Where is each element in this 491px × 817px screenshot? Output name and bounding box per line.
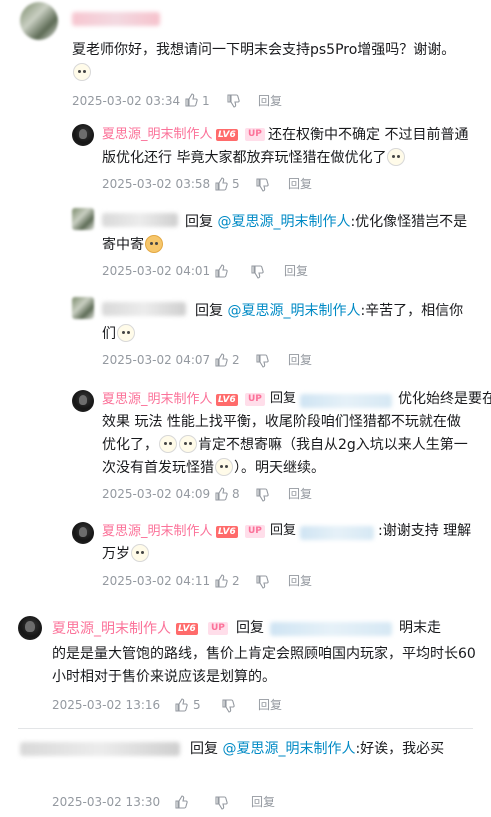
- comment-text: 回复 @夏思源_明末制作人:好诶，我必买: [52, 738, 472, 761]
- thumb-down-icon[interactable]: [255, 354, 269, 368]
- comment-text: 的是是量大管饱的路线，售价上肯定会照顾咱国内玩家，平均时长60小时相对于售价来说…: [52, 646, 476, 685]
- comment-body: 夏老师你好，我想请问一下明末会支持ps5Pro增强吗？谢谢。: [72, 42, 456, 58]
- username[interactable]: 夏思源_明末制作人: [102, 391, 213, 409]
- level-badge: LV6: [176, 623, 198, 635]
- reply-prefix: 回复: [236, 620, 264, 636]
- comment-body: :好诶，我必买: [355, 741, 445, 757]
- reply-prefix: 回复: [270, 391, 297, 406]
- like-count: 1: [202, 94, 210, 108]
- mention-redacted[interactable]: [270, 622, 392, 636]
- username-redacted[interactable]: [72, 12, 160, 26]
- comment-text: 效果 玩法 性能上找平衡，收尾阶段咱们怪猎都不玩就在做优化了， 肯定不想寄嘛（我自…: [102, 411, 474, 480]
- emoji-icon: [179, 435, 197, 453]
- comment-time: 2025-03-02 04:09: [102, 487, 211, 501]
- avatar[interactable]: [18, 616, 42, 640]
- comment-time: 2025-03-02 04:11: [102, 574, 211, 588]
- reply-prefix: 回复: [195, 303, 223, 319]
- emoji-icon: [159, 435, 177, 453]
- avatar[interactable]: [72, 208, 94, 230]
- comment-time: 2025-03-02 13:16: [52, 698, 161, 712]
- level-badge: LV6: [216, 394, 238, 406]
- mention-redacted[interactable]: [300, 394, 392, 408]
- emoji-icon: [387, 148, 406, 166]
- comment-time: 2025-03-02 04:07: [102, 353, 211, 367]
- username[interactable]: 夏思源_明末制作人: [52, 620, 171, 638]
- comment-tail: 明末走: [399, 620, 441, 636]
- thumb-down-icon[interactable]: [226, 94, 240, 108]
- reply-button[interactable]: 回复: [288, 352, 312, 368]
- reply-prefix: 回复: [185, 214, 213, 230]
- thumb-up-icon[interactable]: [214, 177, 228, 191]
- avatar[interactable]: [72, 522, 94, 544]
- reply-prefix: 回复: [190, 741, 218, 757]
- dog-emoji-icon: [145, 235, 163, 253]
- thumb-up-icon[interactable]: [184, 93, 198, 107]
- comment-body-3: ）。明天继续。: [234, 460, 325, 476]
- like-count: 2: [232, 574, 240, 588]
- comment-text: 回复 @夏思源_明末制作人:优化像怪猎岂不是寄中寄: [102, 211, 472, 257]
- reply-button[interactable]: 回复: [288, 573, 312, 589]
- thumb-up-icon[interactable]: [214, 574, 228, 588]
- reply-button[interactable]: 回复: [284, 263, 308, 279]
- reply-button[interactable]: 回复: [258, 93, 282, 109]
- emoji-icon: [131, 544, 149, 562]
- thumb-down-icon[interactable]: [255, 488, 269, 502]
- thumb-up-icon[interactable]: [214, 487, 228, 501]
- comment-body: :谢谢支持 理解万岁: [102, 523, 472, 562]
- divider: [18, 728, 473, 729]
- thumb-down-icon[interactable]: [221, 699, 235, 713]
- emoji-icon: [117, 324, 135, 342]
- thumb-down-icon[interactable]: [255, 178, 269, 192]
- comment-body: 还在权衡中不确定 不过目前普通版优化还行 毕竟大家都放弃玩怪猎在做优化了: [102, 127, 469, 166]
- avatar[interactable]: [72, 297, 94, 319]
- like-count: 5: [193, 698, 201, 712]
- mention-link[interactable]: @夏思源_明末制作人: [217, 214, 350, 230]
- reply-button[interactable]: 回复: [288, 176, 312, 192]
- thumb-down-icon[interactable]: [255, 575, 269, 589]
- thumb-up-icon[interactable]: [174, 698, 188, 712]
- comment-text: 回复 @夏思源_明末制作人:辛苦了，相信你们: [102, 300, 472, 346]
- comment-time: 2025-03-02 13:30: [52, 795, 161, 809]
- comment-text: 夏老师你好，我想请问一下明末会支持ps5Pro增强吗？谢谢。: [72, 39, 477, 85]
- like-count: 2: [232, 353, 240, 367]
- comment-text: 还在权衡中不确定 不过目前普通版优化还行 毕竟大家都放弃玩怪猎在做优化了: [102, 124, 472, 170]
- emoji-icon: [73, 63, 91, 81]
- thumb-up-icon[interactable]: [214, 264, 228, 278]
- thumb-up-icon[interactable]: [174, 795, 188, 809]
- thumb-down-icon[interactable]: [214, 796, 228, 810]
- avatar[interactable]: [20, 2, 58, 40]
- up-badge: UP: [245, 393, 265, 406]
- emoji-icon: [215, 458, 233, 476]
- reply-button[interactable]: 回复: [251, 794, 275, 810]
- like-count: 8: [232, 487, 240, 501]
- reply-button[interactable]: 回复: [258, 697, 282, 713]
- comment-time: 2025-03-02 03:34: [72, 94, 181, 108]
- comment-text: :谢谢支持 理解万岁: [102, 520, 472, 566]
- avatar[interactable]: [72, 124, 94, 146]
- like-count: 5: [232, 177, 240, 191]
- mention-link[interactable]: @夏思源_明末制作人: [222, 741, 355, 757]
- comment-time: 2025-03-02 03:58: [102, 177, 211, 191]
- mention-link[interactable]: @夏思源_明末制作人: [227, 303, 360, 319]
- thumb-up-icon[interactable]: [214, 353, 228, 367]
- thumb-down-icon[interactable]: [250, 265, 264, 279]
- comment-time: 2025-03-02 04:01: [102, 264, 211, 278]
- up-badge: UP: [208, 622, 228, 635]
- comment-tail: 优化始终是要在: [398, 391, 491, 407]
- avatar[interactable]: [72, 390, 94, 412]
- reply-button[interactable]: 回复: [288, 486, 312, 502]
